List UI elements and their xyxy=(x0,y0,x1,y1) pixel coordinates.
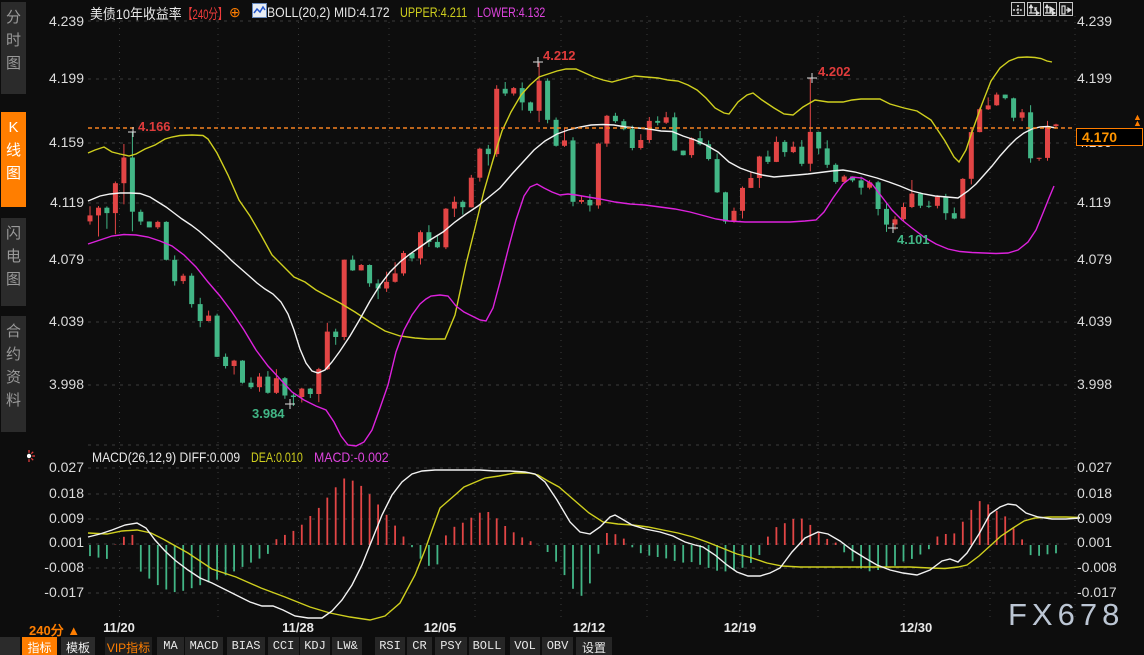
svg-text:4.212: 4.212 xyxy=(543,48,576,63)
svg-text:3.984: 3.984 xyxy=(252,406,285,421)
svg-text:4.202: 4.202 xyxy=(818,64,851,79)
svg-text:4.101: 4.101 xyxy=(897,232,930,247)
svg-text:4.166: 4.166 xyxy=(138,119,171,134)
